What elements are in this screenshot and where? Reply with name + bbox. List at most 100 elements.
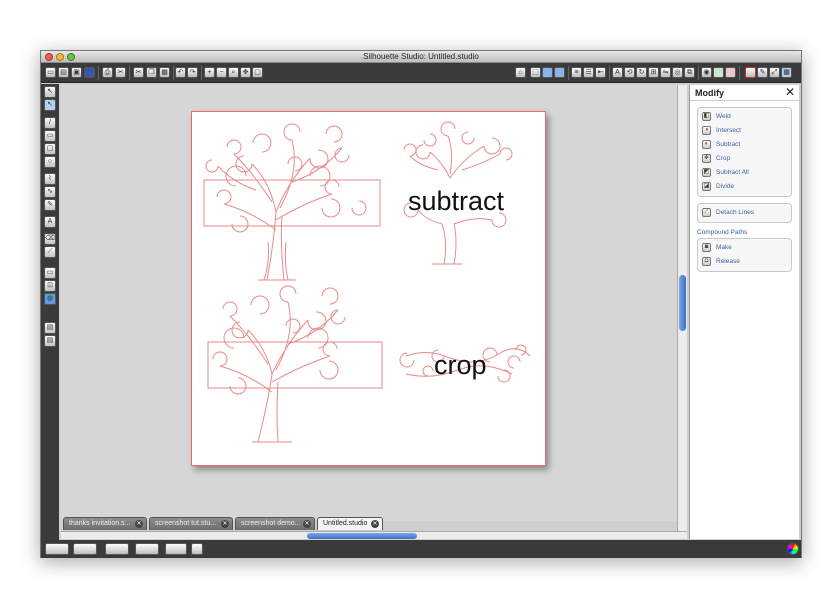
zoom-select-icon[interactable]: ⌕ bbox=[228, 67, 239, 78]
make-compound-button[interactable]: ◙ Make bbox=[698, 241, 791, 255]
delete-icon[interactable] bbox=[73, 543, 97, 555]
line-style-icon[interactable]: ≡ bbox=[571, 67, 582, 78]
line-color-icon[interactable] bbox=[713, 67, 724, 78]
copy-icon[interactable]: ❐ bbox=[146, 67, 157, 78]
new-document-icon[interactable]: ▭ bbox=[45, 67, 56, 78]
fill-pattern-icon[interactable] bbox=[725, 67, 736, 78]
tab-screenshot-tut[interactable]: screenshot tut.stu... ✕ bbox=[149, 517, 233, 530]
ungroup-icon[interactable] bbox=[554, 67, 565, 78]
intersect-button[interactable]: ◑ Intersect bbox=[698, 124, 791, 138]
detach-lines-icon: ⟋ bbox=[702, 207, 711, 217]
detach-lines-button[interactable]: ⟋ Detach Lines bbox=[698, 206, 791, 220]
close-panel-icon[interactable]: ✕ bbox=[785, 85, 795, 100]
library-icon[interactable] bbox=[84, 67, 95, 78]
point-edit-tool-icon[interactable]: ↖ bbox=[44, 99, 56, 111]
close-tab-icon[interactable]: ✕ bbox=[135, 520, 143, 528]
grid-icon[interactable]: ▦ bbox=[781, 67, 792, 78]
redo-icon[interactable]: ↷ bbox=[187, 67, 198, 78]
close-window-icon[interactable] bbox=[45, 53, 53, 61]
zoom-window-icon[interactable] bbox=[67, 53, 75, 61]
transform-icon[interactable]: ⟲ bbox=[624, 67, 635, 78]
text-style-icon[interactable]: A bbox=[612, 67, 623, 78]
registration-marks-icon[interactable]: ⊡ bbox=[44, 280, 56, 292]
pan-icon[interactable]: ✥ bbox=[240, 67, 251, 78]
crop-button[interactable]: ✻ Crop bbox=[698, 152, 791, 166]
print-icon[interactable]: ⎙ bbox=[102, 67, 113, 78]
vertical-scroll-thumb[interactable] bbox=[679, 275, 686, 331]
zoom-in-icon[interactable]: + bbox=[204, 67, 215, 78]
align-icon[interactable]: ⊞ bbox=[648, 67, 659, 78]
panel-title: Modify bbox=[695, 88, 724, 98]
subtract-all-button[interactable]: ◩ Subtract All bbox=[698, 166, 791, 180]
paste-icon[interactable]: ▦ bbox=[159, 67, 170, 78]
move-to-back-icon[interactable] bbox=[105, 543, 129, 555]
knife-tool-icon[interactable]: ⟋ bbox=[44, 246, 56, 258]
horizontal-scroll-thumb[interactable] bbox=[307, 533, 417, 539]
save-icon[interactable]: ▣ bbox=[71, 67, 82, 78]
cut-settings-icon[interactable] bbox=[745, 67, 756, 78]
subtract-button[interactable]: ◐ Subtract bbox=[698, 138, 791, 152]
close-tab-icon[interactable]: ✕ bbox=[303, 520, 311, 528]
subtract-icon: ◐ bbox=[702, 139, 711, 149]
tab-untitled-studio[interactable]: Untitled.studio ✕ bbox=[317, 517, 383, 530]
bring-to-front-icon[interactable] bbox=[135, 543, 159, 555]
release-compound-button[interactable]: ◘ Release bbox=[698, 255, 791, 269]
vertical-scrollbar[interactable] bbox=[677, 85, 687, 531]
window-title: Silhouette Studio: Untitled.studio bbox=[363, 52, 479, 61]
detach-group: ⟋ Detach Lines bbox=[697, 203, 792, 223]
eraser-tool-icon[interactable]: ⌫ bbox=[44, 233, 56, 245]
select-all-icon[interactable]: ⬚ bbox=[530, 67, 541, 78]
send-to-cutter-icon[interactable]: ✂ bbox=[115, 67, 126, 78]
pen-icon[interactable]: ✎ bbox=[757, 67, 768, 78]
panel-header: Modify ✕ bbox=[690, 85, 799, 101]
duplicate-icon[interactable] bbox=[45, 543, 69, 555]
undo-icon[interactable]: ↶ bbox=[175, 67, 186, 78]
cut-icon[interactable]: ✂ bbox=[133, 67, 144, 78]
fit-page-icon[interactable]: ▢ bbox=[252, 67, 263, 78]
close-tab-icon[interactable]: ✕ bbox=[221, 520, 229, 528]
group-icon[interactable] bbox=[542, 67, 553, 78]
line-tool-icon[interactable]: / bbox=[44, 117, 56, 129]
design-artwork: subtract crop bbox=[203, 121, 531, 443]
intersect-icon: ◑ bbox=[702, 125, 711, 135]
text-tool-icon[interactable]: A bbox=[44, 216, 56, 228]
page-setup-icon[interactable]: ▭ bbox=[44, 267, 56, 279]
freehand-tool-icon[interactable]: ✎ bbox=[44, 199, 56, 211]
library-view-icon[interactable]: ▤ bbox=[44, 322, 56, 334]
curve-tool-icon[interactable]: ∿ bbox=[44, 186, 56, 198]
ellipse-tool-icon[interactable]: ○ bbox=[44, 156, 56, 168]
polygon-tool-icon[interactable]: ⌇ bbox=[44, 173, 56, 185]
weld-button[interactable]: ◧ Weld bbox=[698, 110, 791, 124]
color-wheel-icon[interactable] bbox=[787, 543, 799, 555]
drawing-tools-sidebar: ↖ ↖ / ▭ ▢ ○ ⌇ ∿ ✎ A ⌫ ⟋ ▭ ⊡ ◍ ▤ ▤ bbox=[41, 84, 59, 540]
rectangle-tool-icon[interactable]: ▭ bbox=[44, 130, 56, 142]
tab-screenshot-demo[interactable]: screenshot demo... ✕ bbox=[235, 517, 315, 530]
modify-actions-group: ◧ Weld ◑ Intersect ◐ Subtract ✻ Crop ◩ Subtra… bbox=[697, 107, 792, 197]
zoom-out-icon[interactable]: − bbox=[216, 67, 227, 78]
weld-shortcut-icon[interactable] bbox=[165, 543, 187, 555]
rotate-icon[interactable]: ↻ bbox=[636, 67, 647, 78]
fill-icon[interactable]: ◉ bbox=[701, 67, 712, 78]
media-icon[interactable] bbox=[191, 543, 203, 555]
modify-panel: Modify ✕ ◧ Weld ◑ Intersect ◐ Subtract ✻ Cro… bbox=[689, 85, 799, 539]
line-weight-icon[interactable]: ☰ bbox=[583, 67, 594, 78]
online-store-icon[interactable]: ◍ bbox=[44, 293, 56, 305]
tab-thanks-invitation[interactable]: thanks invitation.s... ✕ bbox=[63, 517, 147, 530]
horizontal-scrollbar[interactable] bbox=[61, 531, 687, 539]
rounded-rectangle-tool-icon[interactable]: ▢ bbox=[44, 143, 56, 155]
lock-icon[interactable]: ⌂ bbox=[515, 67, 526, 78]
divide-icon: ◪ bbox=[702, 181, 711, 191]
document-tabs: thanks invitation.s... ✕ screenshot tut.s… bbox=[61, 517, 677, 531]
point-edit-icon[interactable]: ⇤ bbox=[595, 67, 606, 78]
select-tool-icon[interactable]: ↖ bbox=[44, 86, 56, 98]
mirror-icon[interactable]: ⇋ bbox=[660, 67, 671, 78]
divide-button[interactable]: ◪ Divide bbox=[698, 180, 791, 194]
minimize-window-icon[interactable] bbox=[56, 53, 64, 61]
open-folder-icon[interactable]: ▤ bbox=[58, 67, 69, 78]
design-canvas[interactable]: subtract crop bbox=[61, 85, 677, 521]
replicate-icon[interactable]: ⧉ bbox=[684, 67, 695, 78]
close-tab-icon[interactable]: ✕ bbox=[371, 520, 379, 528]
design-view-icon[interactable]: ▤ bbox=[44, 335, 56, 347]
offset-icon[interactable]: ◎ bbox=[672, 67, 683, 78]
fullscreen-icon[interactable]: ⤢ bbox=[769, 67, 780, 78]
